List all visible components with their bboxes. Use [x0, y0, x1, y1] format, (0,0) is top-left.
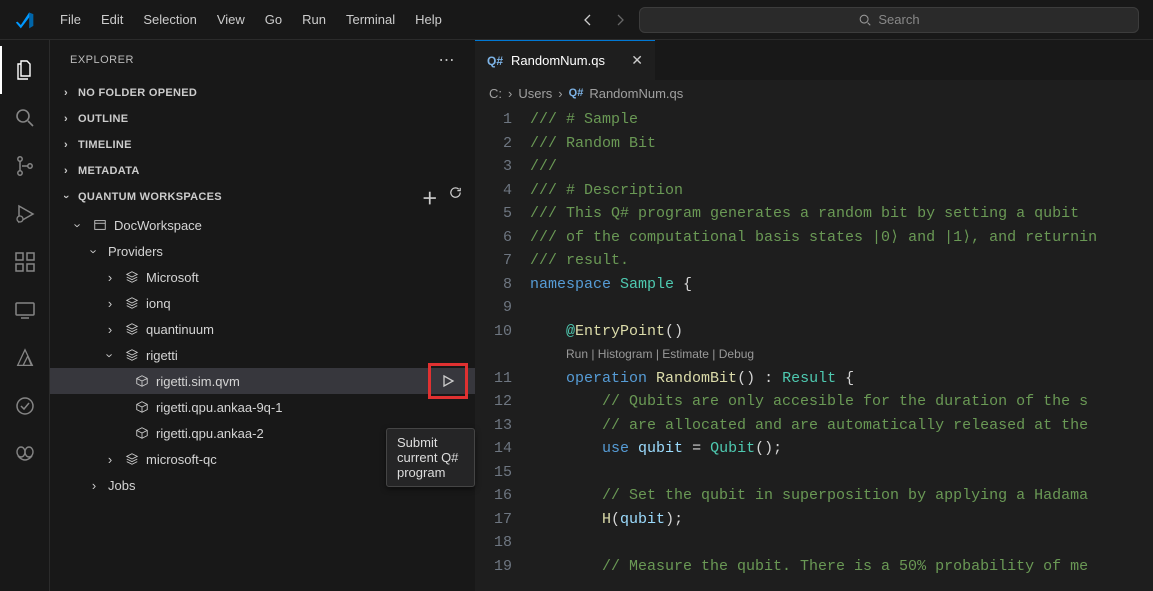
nav-back-button[interactable] [575, 7, 601, 33]
submit-program-button[interactable] [431, 366, 465, 396]
testing-icon [13, 394, 37, 418]
chevron-right-icon: › [102, 270, 118, 285]
layers-icon [124, 270, 140, 284]
chevron-right-icon: › [86, 478, 102, 493]
target-rigetti-sim-qvm[interactable]: rigetti.sim.qvm [50, 368, 475, 394]
play-icon [440, 373, 456, 389]
source-control-icon [13, 154, 37, 178]
chevron-right-icon: › [58, 87, 74, 99]
add-workspace-button[interactable]: ＋ [422, 185, 438, 209]
provider-quantinuum[interactable]: › quantinuum [50, 316, 475, 342]
menu-edit[interactable]: Edit [91, 8, 133, 31]
debug-icon [13, 202, 37, 226]
chevron-right-icon: › [102, 296, 118, 311]
search-icon [13, 106, 37, 130]
breadcrumb[interactable]: C: › Users › Q# RandomNum.qs [475, 80, 1153, 106]
section-no-folder[interactable]: › NO FOLDER OPENED [50, 80, 475, 106]
target-rigetti-ankaa-9q-1[interactable]: rigetti.qpu.ankaa-9q-1 [50, 394, 475, 420]
command-center-search[interactable]: Search [639, 7, 1139, 33]
search-placeholder: Search [878, 12, 919, 27]
editor-area: Q# RandomNum.qs ✕ C: › Users › Q# Random… [475, 40, 1153, 591]
menubar: File Edit Selection View Go Run Terminal… [50, 8, 452, 31]
azure-icon [14, 347, 36, 369]
section-timeline[interactable]: › TIMELINE [50, 132, 475, 158]
workspace-icon [92, 218, 108, 232]
menu-run[interactable]: Run [292, 8, 336, 31]
explorer-header: EXPLORER ⋯ [50, 40, 475, 80]
activity-source-control[interactable] [0, 142, 50, 190]
submit-program-tooltip: Submit current Q# program [386, 428, 475, 487]
layers-icon [124, 296, 140, 310]
provider-microsoft[interactable]: › Microsoft [50, 264, 475, 290]
titlebar: File Edit Selection View Go Run Terminal… [0, 0, 1153, 40]
tab-randomnum[interactable]: Q# RandomNum.qs ✕ [475, 40, 655, 80]
chevron-down-icon: › [87, 243, 102, 259]
chevron-down-icon: › [60, 189, 72, 205]
code-content: /// # Sample/// Random Bit////// # Descr… [530, 106, 1153, 591]
layers-icon [124, 348, 140, 362]
search-icon [858, 13, 872, 27]
explorer-title: EXPLORER [70, 54, 439, 66]
activity-extensions[interactable] [0, 238, 50, 286]
copilot-icon [13, 442, 37, 466]
refresh-button[interactable] [448, 185, 463, 209]
package-icon [134, 400, 150, 414]
chevron-right-icon: › [102, 452, 118, 467]
chevron-right-icon: › [58, 113, 74, 125]
line-gutter: 12345678910111213141516171819 [475, 106, 530, 591]
section-quantum-workspaces[interactable]: › QUANTUM WORKSPACES ＋ [50, 184, 475, 210]
extensions-icon [13, 250, 37, 274]
codelens[interactable]: Run | Histogram | Estimate | Debug [530, 343, 1153, 367]
package-icon [134, 426, 150, 440]
menu-view[interactable]: View [207, 8, 255, 31]
chevron-right-icon: › [58, 165, 74, 177]
menu-go[interactable]: Go [255, 8, 292, 31]
menu-selection[interactable]: Selection [133, 8, 206, 31]
vscode-logo [0, 10, 50, 30]
explorer-more-icon[interactable]: ⋯ [439, 50, 456, 70]
providers-node[interactable]: › Providers [50, 238, 475, 264]
menu-help[interactable]: Help [405, 8, 452, 31]
chevron-right-icon: › [558, 86, 562, 101]
chevron-right-icon: › [508, 86, 512, 101]
explorer-sidebar: EXPLORER ⋯ › NO FOLDER OPENED › OUTLINE … [50, 40, 475, 591]
package-icon [134, 374, 150, 388]
workspace-node[interactable]: › DocWorkspace [50, 212, 475, 238]
tab-title: RandomNum.qs [511, 53, 605, 68]
activity-azure[interactable] [0, 334, 50, 382]
section-outline[interactable]: › OUTLINE [50, 106, 475, 132]
provider-ionq[interactable]: › ionq [50, 290, 475, 316]
tab-language-badge: Q# [487, 54, 503, 68]
provider-rigetti[interactable]: › rigetti [50, 342, 475, 368]
activity-remote[interactable] [0, 286, 50, 334]
nav-forward-button[interactable] [607, 7, 633, 33]
editor-tabs: Q# RandomNum.qs ✕ [475, 40, 1153, 80]
menu-file[interactable]: File [50, 8, 91, 31]
activity-run-debug[interactable] [0, 190, 50, 238]
close-tab-button[interactable]: ✕ [631, 52, 643, 69]
chevron-right-icon: › [58, 139, 74, 151]
activity-explorer[interactable] [0, 46, 50, 94]
chevron-down-icon: › [71, 217, 86, 233]
chevron-right-icon: › [102, 322, 118, 337]
code-editor[interactable]: 12345678910111213141516171819 /// # Samp… [475, 106, 1153, 591]
menu-terminal[interactable]: Terminal [336, 8, 405, 31]
section-metadata[interactable]: › METADATA [50, 158, 475, 184]
layers-icon [124, 322, 140, 336]
chevron-down-icon: › [103, 347, 118, 363]
activity-copilot[interactable] [0, 430, 50, 478]
layers-icon [124, 452, 140, 466]
activity-search[interactable] [0, 94, 50, 142]
files-icon [13, 58, 37, 82]
remote-icon [13, 298, 37, 322]
activity-bar [0, 40, 50, 591]
activity-testing[interactable] [0, 382, 50, 430]
